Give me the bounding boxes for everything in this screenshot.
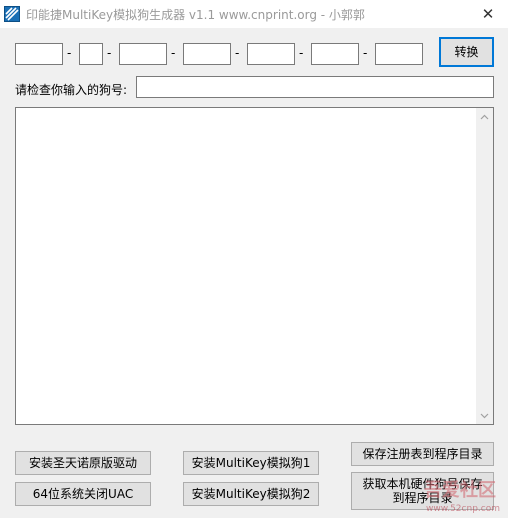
save-registry-button[interactable]: 保存注册表到程序目录 [351,442,494,466]
install-multikey2-button[interactable]: 安装MultiKey模拟狗2 [183,482,319,506]
serial-field-4[interactable] [183,43,231,65]
serial-field-6[interactable] [311,43,359,65]
scroll-up-button[interactable] [476,108,493,125]
serial-field-2[interactable] [79,43,103,65]
serial-separator: - [171,46,176,60]
app-window: 印能捷MultiKey模拟狗生成器 v1.1 www.cnprint.org -… [0,0,508,518]
serial-separator: - [67,46,72,60]
check-serial-field[interactable] [136,76,494,98]
check-label: 请检查你输入的狗号: [15,83,128,97]
title-bar[interactable]: 印能捷MultiKey模拟狗生成器 v1.1 www.cnprint.org -… [0,0,508,28]
serial-separator: - [107,46,112,60]
serial-separator: - [235,46,240,60]
serial-separator: - [299,46,304,60]
disable-uac-button[interactable]: 64位系统关闭UAC [15,482,151,506]
serial-field-1[interactable] [15,43,63,65]
chevron-up-icon [480,114,489,119]
serial-field-5[interactable] [247,43,295,65]
watermark-brand: 吾爱社区 [424,480,496,501]
serial-field-7[interactable] [375,43,423,65]
convert-button[interactable]: 转换 [439,37,494,67]
install-sentinel-driver-button[interactable]: 安装圣天诺原版驱动 [15,451,151,475]
chevron-down-icon [480,413,489,418]
vertical-scrollbar[interactable] [476,108,493,424]
site-watermark: 吾爱社区 www.52cnp.com [412,474,504,514]
scroll-down-button[interactable] [476,407,493,424]
install-multikey1-button[interactable]: 安装MultiKey模拟狗1 [183,451,319,475]
app-stripes-icon [4,6,20,22]
close-icon: ✕ [481,5,495,23]
output-textarea[interactable] [15,107,494,425]
serial-separator: - [363,46,368,60]
window-title: 印能捷MultiKey模拟狗生成器 v1.1 www.cnprint.org -… [26,8,365,22]
close-button[interactable]: ✕ [468,0,508,28]
serial-field-3[interactable] [119,43,167,65]
watermark-url: www.52cnp.com [425,504,500,514]
